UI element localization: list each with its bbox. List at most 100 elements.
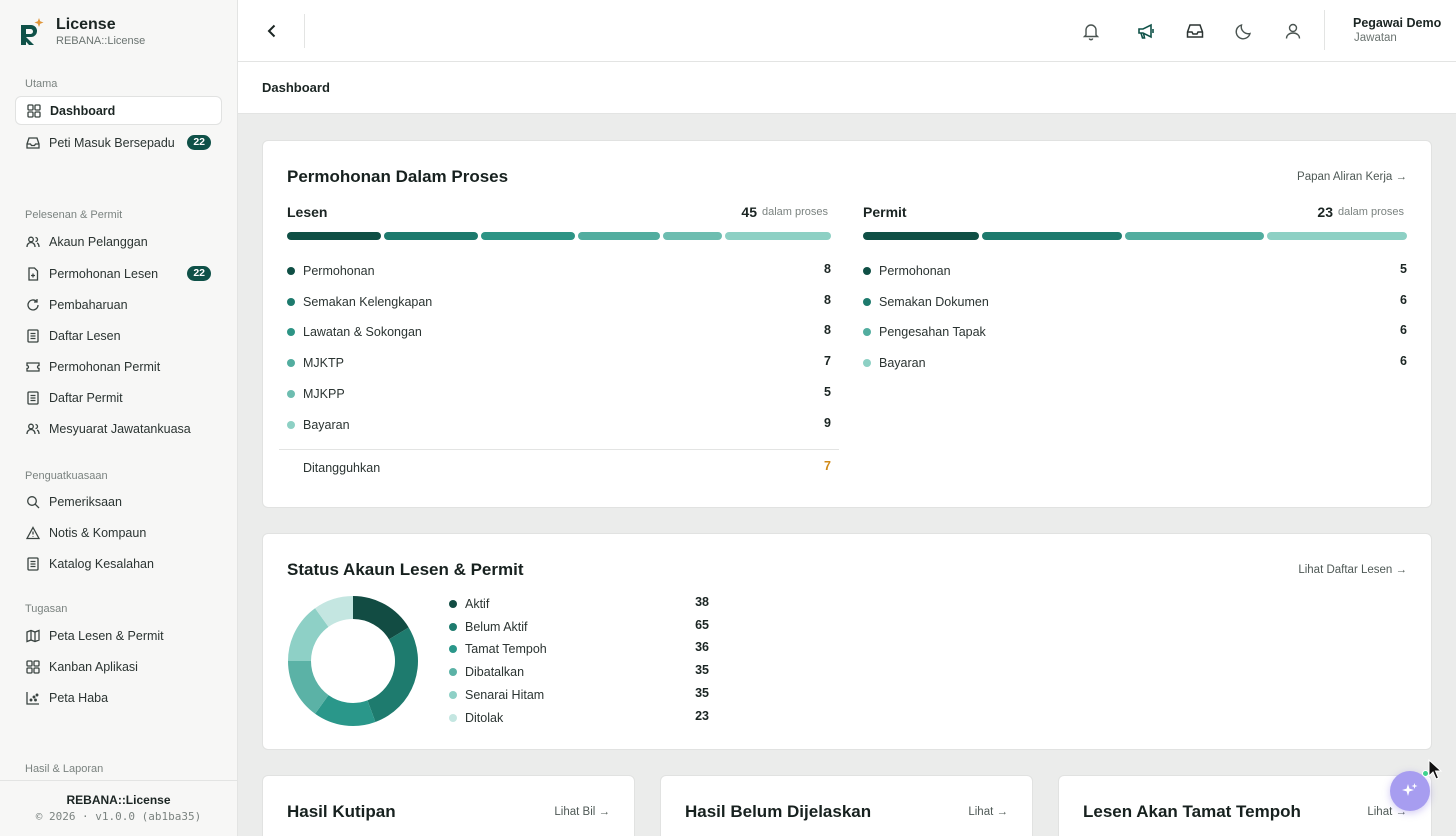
grid-icon <box>25 659 40 674</box>
nav-section-pelesenan: Pelesenan & Permit <box>25 209 123 221</box>
row-label: Bayaran <box>303 418 350 432</box>
permit-row-semakan-dokumen[interactable]: Semakan Dokumen <box>863 293 989 311</box>
sidebar-item-peta-haba[interactable]: Peta Haba <box>15 683 222 712</box>
donut-slice-belum-aktif[interactable] <box>367 627 418 723</box>
status-dot <box>287 328 295 336</box>
sidebar-item-akaun-pelanggan[interactable]: Akaun Pelanggan <box>15 227 222 256</box>
warning-icon <box>25 525 40 540</box>
row-label: Permohonan <box>303 264 375 278</box>
search-icon <box>25 494 40 509</box>
row-label: Permohonan <box>879 264 951 278</box>
footer-app-name: REBANA::License <box>66 793 171 807</box>
status-row-senarai-hitam[interactable]: Senarai Hitam <box>449 686 544 704</box>
segment-permohonan <box>287 232 382 240</box>
user-name[interactable]: Pegawai Demo <box>1353 16 1441 30</box>
back-button[interactable] <box>260 19 284 43</box>
permit-row-permohonan[interactable]: Permohonan <box>863 262 951 280</box>
profile-button[interactable] <box>1281 19 1305 43</box>
revenue-card: Hasil Kutipan Lihat Bil → <box>262 775 635 836</box>
status-row-aktif[interactable]: Aktif <box>449 595 489 613</box>
card-title: Hasil Kutipan <box>287 802 396 821</box>
inbox-icon <box>25 135 40 150</box>
segment-permohonan <box>863 232 980 240</box>
lesen-group-title: Lesen <box>287 204 328 220</box>
permit-row-bayaran[interactable]: Bayaran <box>863 354 926 372</box>
file-plus-icon <box>25 266 40 281</box>
lesen-row-bayaran[interactable]: Bayaran <box>287 416 350 434</box>
license-registry-link[interactable]: Lihat Daftar Lesen → <box>1298 564 1407 576</box>
sidebar-item-mesyuarat[interactable]: Mesyuarat Jawatankuasa <box>15 414 222 443</box>
sidebar-item-daftar-permit[interactable]: Daftar Permit <box>15 383 222 412</box>
row-label: Lawatan & Sokongan <box>303 325 422 339</box>
sidebar-item-katalog-kesalahan[interactable]: Katalog Kesalahan <box>15 549 222 578</box>
row-label: Aktif <box>465 597 490 611</box>
ai-assistant-button[interactable] <box>1390 771 1430 811</box>
status-donut-chart <box>288 596 418 726</box>
sidebar-item-peti-masuk[interactable]: Peti Masuk Bersepadu 22 <box>15 128 222 157</box>
lesen-row-mjktp[interactable]: MJKTP <box>287 354 344 372</box>
sidebar-item-pembaharuan[interactable]: Pembaharuan <box>15 290 222 319</box>
status-row-belum-aktif[interactable]: Belum Aktif <box>449 618 528 636</box>
nav-section-utama: Utama <box>25 78 58 90</box>
user-icon <box>1285 23 1301 39</box>
status-row-dibatalkan[interactable]: Dibatalkan <box>449 663 524 681</box>
segment-bayaran <box>1267 232 1407 240</box>
segment-bayaran <box>725 232 831 240</box>
lesen-row-mjkpp[interactable]: MJKPP <box>287 385 345 403</box>
row-value: 9 <box>824 416 831 430</box>
row-label: Ditangguhkan <box>303 461 381 475</box>
row-value: 5 <box>1400 262 1407 276</box>
breadcrumb-bar: Dashboard <box>238 62 1456 114</box>
sidebar-footer: REBANA::License © 2026 · v1.0.0 (ab1ba35… <box>0 780 237 836</box>
lesen-row-ditangguhkan[interactable]: Ditangguhkan <box>303 459 380 477</box>
view-outstanding-link[interactable]: Lihat → <box>968 806 1008 818</box>
sidebar-item-permohonan-lesen[interactable]: Permohonan Lesen 22 <box>15 259 222 288</box>
sidebar-item-peta-lesen[interactable]: Peta Lesen & Permit <box>15 621 222 650</box>
sidebar-item-label: Kanban Aplikasi <box>49 659 138 674</box>
count-badge: 22 <box>187 266 211 281</box>
lesen-row-lawatan-sokongan[interactable]: Lawatan & Sokongan <box>287 323 422 341</box>
divider <box>304 14 305 48</box>
status-row-ditolak[interactable]: Ditolak <box>449 709 503 727</box>
status-dot <box>449 691 457 699</box>
row-value: 36 <box>695 640 709 654</box>
sidebar-item-label: Permohonan Lesen <box>49 266 159 281</box>
list-icon <box>25 556 40 571</box>
page-title: Dashboard <box>262 80 330 95</box>
workflow-board-link[interactable]: Papan Aliran Kerja → <box>1297 171 1407 183</box>
lesen-row-semakan-kelengkapan[interactable]: Semakan Kelengkapan <box>287 293 432 311</box>
sidebar-item-daftar-lesen[interactable]: Daftar Lesen <box>15 321 222 350</box>
footer-version: © 2026 · v1.0.0 (ab1ba35) <box>35 810 202 823</box>
chevron-left-icon <box>267 24 276 38</box>
row-value: 65 <box>695 618 709 632</box>
sidebar-item-pemeriksaan[interactable]: Pemeriksaan <box>15 487 222 516</box>
inbox-button[interactable] <box>1183 19 1207 43</box>
view-bills-link[interactable]: Lihat Bil → <box>554 806 610 818</box>
list-icon <box>25 390 40 405</box>
sidebar-item-label: Peta Haba <box>49 690 109 705</box>
mouse-cursor-icon <box>1428 759 1443 780</box>
sidebar-item-notis-kompaun[interactable]: Notis & Kompaun <box>15 518 222 547</box>
status-dot <box>863 328 871 336</box>
megaphone-icon <box>1138 23 1154 39</box>
sidebar-item-kanban[interactable]: Kanban Aplikasi <box>15 652 222 681</box>
sidebar-item-dashboard[interactable]: Dashboard <box>15 96 222 125</box>
app-subtitle: REBANA::License <box>56 35 146 47</box>
brand[interactable]: License REBANA::License <box>18 16 145 48</box>
sidebar-item-permohonan-permit[interactable]: Permohonan Permit <box>15 352 222 381</box>
dark-mode-toggle[interactable] <box>1232 19 1256 43</box>
segment-mjktp <box>578 232 661 240</box>
permit-group-title: Permit <box>863 204 907 220</box>
status-row-tamat-tempoh[interactable]: Tamat Tempoh <box>449 640 547 658</box>
sidebar-item-label: Permohonan Permit <box>49 359 161 374</box>
notification-button[interactable] <box>1079 19 1103 43</box>
nav-section-hasil-laporan: Hasil & Laporan <box>25 763 104 775</box>
segment-semakan-kelengkapan <box>384 232 479 240</box>
status-dot <box>449 668 457 676</box>
sidebar-item-label: Notis & Kompaun <box>49 525 147 540</box>
permit-row-pengesahan-tapak[interactable]: Pengesahan Tapak <box>863 323 986 341</box>
outstanding-card: Hasil Belum Dijelaskan Lihat → <box>660 775 1033 836</box>
sidebar-item-label: Dashboard <box>50 103 116 118</box>
announcement-button[interactable] <box>1134 19 1158 43</box>
lesen-row-permohonan[interactable]: Permohonan <box>287 262 375 280</box>
